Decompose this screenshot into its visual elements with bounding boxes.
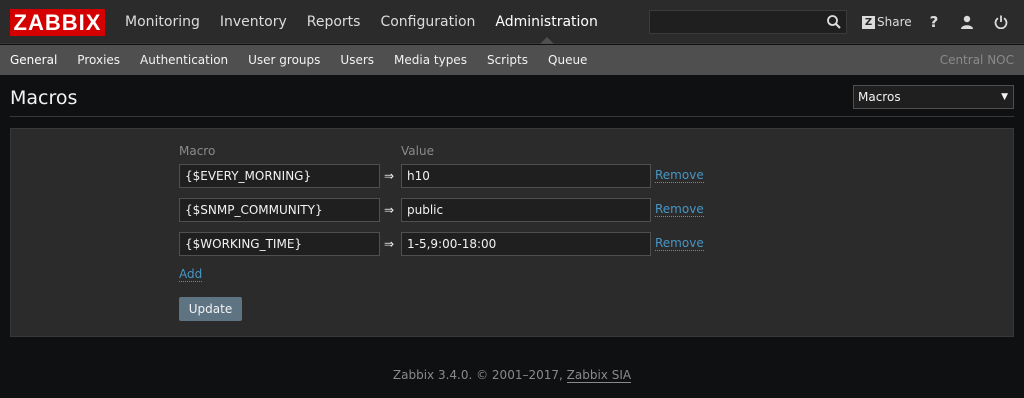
submenu-proxies[interactable]: Proxies [67, 45, 130, 75]
menu-configuration[interactable]: Configuration [370, 0, 485, 44]
search-input[interactable] [650, 11, 820, 33]
chevron-down-icon: ▼ [1001, 92, 1008, 102]
submenu-user-groups[interactable]: User groups [238, 45, 330, 75]
page-title: Macros [10, 87, 78, 109]
macro-value-field[interactable]: 1-5,9:00-18:00 [401, 232, 651, 256]
share-button[interactable]: Z Share [862, 14, 912, 30]
share-label: Share [877, 15, 912, 29]
menu-administration[interactable]: Administration [485, 0, 607, 44]
update-button[interactable]: Update [179, 297, 242, 321]
macro-row: {$EVERY_MORNING} ⇒ h10 Remove [179, 164, 719, 188]
footer: Zabbix 3.4.0. © 2001–2017, Zabbix SIA [0, 368, 1024, 383]
logout-icon[interactable] [991, 12, 1011, 32]
arrow-icon: ⇒ [384, 203, 395, 217]
macro-row: {$WORKING_TIME} ⇒ 1-5,9:00-18:00 Remove [179, 232, 719, 256]
submenu-queue[interactable]: Queue [538, 45, 597, 75]
share-icon: Z [862, 15, 875, 29]
server-name: Central NOC [939, 53, 1014, 67]
macro-row: {$SNMP_COMMUNITY} ⇒ public Remove [179, 198, 719, 222]
administration-submenu: General Proxies Authentication User grou… [0, 45, 597, 75]
macro-name-field[interactable]: {$SNMP_COMMUNITY} [179, 198, 380, 222]
main-menu: Monitoring Inventory Reports Configurati… [115, 0, 608, 44]
search-icon[interactable] [826, 14, 842, 30]
macro-name-field[interactable]: {$EVERY_MORNING} [179, 164, 380, 188]
submenu-general[interactable]: General [0, 45, 67, 75]
submenu-users[interactable]: Users [330, 45, 384, 75]
menu-monitoring[interactable]: Monitoring [115, 0, 210, 44]
footer-company-link[interactable]: Zabbix SIA [566, 368, 632, 383]
macro-column-header: Macro [179, 144, 216, 158]
remove-link[interactable]: Remove [655, 236, 704, 251]
help-icon[interactable]: ? [924, 12, 944, 32]
footer-copyright: Zabbix 3.4.0. © 2001–2017, [392, 368, 563, 382]
menu-inventory[interactable]: Inventory [210, 0, 297, 44]
remove-link[interactable]: Remove [655, 168, 704, 183]
value-column-header: Value [401, 144, 434, 158]
macro-value-field[interactable]: h10 [401, 164, 651, 188]
macros-form: Macro Value {$EVERY_MORNING} ⇒ h10 Remov… [10, 128, 1014, 337]
page-header: Macros Macros ▼ [10, 85, 1014, 117]
top-navigation-bar: ZABBIX Monitoring Inventory Reports Conf… [0, 0, 1024, 44]
menu-reports[interactable]: Reports [297, 0, 371, 44]
sub-navigation-bar: General Proxies Authentication User grou… [0, 45, 1024, 75]
remove-link[interactable]: Remove [655, 202, 704, 217]
user-profile-icon[interactable] [957, 12, 977, 32]
macro-value-field[interactable]: public [401, 198, 651, 222]
submenu-authentication[interactable]: Authentication [130, 45, 238, 75]
search-box [649, 10, 847, 34]
submenu-scripts[interactable]: Scripts [477, 45, 538, 75]
submenu-media-types[interactable]: Media types [384, 45, 477, 75]
dropdown-selected-value: Macros [858, 90, 901, 104]
arrow-icon: ⇒ [384, 169, 395, 183]
macro-name-field[interactable]: {$WORKING_TIME} [179, 232, 380, 256]
general-section-dropdown[interactable]: Macros ▼ [853, 85, 1014, 109]
arrow-icon: ⇒ [384, 237, 395, 251]
zabbix-logo[interactable]: ZABBIX [10, 9, 105, 36]
add-macro-link[interactable]: Add [179, 267, 203, 282]
